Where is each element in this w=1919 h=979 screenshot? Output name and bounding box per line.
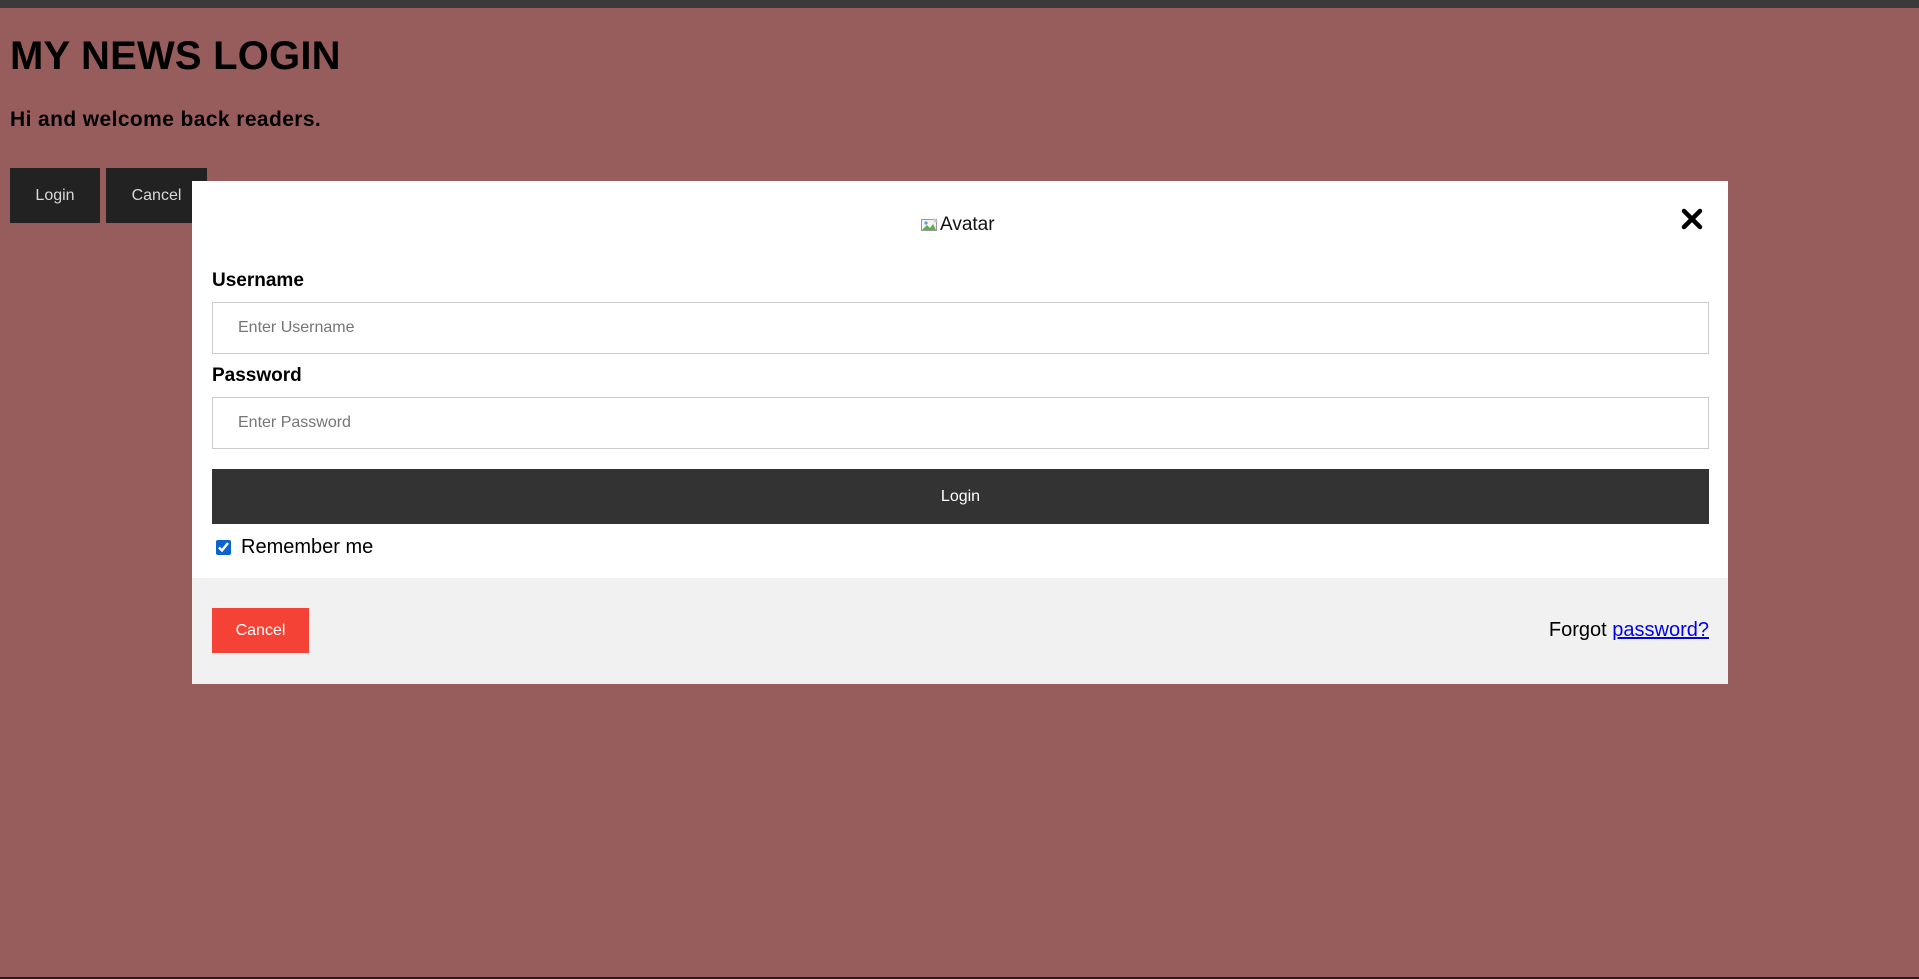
- close-x-icon: [1680, 207, 1704, 236]
- username-input[interactable]: [212, 302, 1709, 354]
- remember-me[interactable]: Remember me: [216, 535, 373, 559]
- remember-me-label: Remember me: [241, 536, 374, 558]
- close-button[interactable]: [1672, 201, 1712, 241]
- password-input[interactable]: [212, 397, 1709, 449]
- page-subtitle: Hi and welcome back readers.: [10, 108, 322, 131]
- broken-image-icon: [921, 217, 939, 233]
- remember-me-checkbox[interactable]: [216, 539, 231, 555]
- login-modal: Avatar Username Password Login Remember …: [192, 181, 1728, 684]
- login-button[interactable]: Login: [10, 168, 100, 223]
- modal-footer: Cancel Forgot password?: [192, 578, 1728, 684]
- browser-top-bar: [0, 0, 1919, 8]
- username-label: Username: [212, 270, 304, 291]
- forgot-password-link[interactable]: password?: [1612, 619, 1709, 641]
- avatar-alt-text: Avatar: [940, 214, 995, 235]
- page-title: MY NEWS LOGIN: [10, 34, 341, 78]
- forgot-prefix: Forgot: [1548, 619, 1607, 641]
- password-label: Password: [212, 365, 302, 386]
- avatar: Avatar: [921, 212, 1001, 238]
- modal-cancel-button[interactable]: Cancel: [212, 608, 309, 653]
- forgot-password: Forgot password?: [1549, 618, 1709, 642]
- submit-login-button[interactable]: Login: [212, 469, 1709, 524]
